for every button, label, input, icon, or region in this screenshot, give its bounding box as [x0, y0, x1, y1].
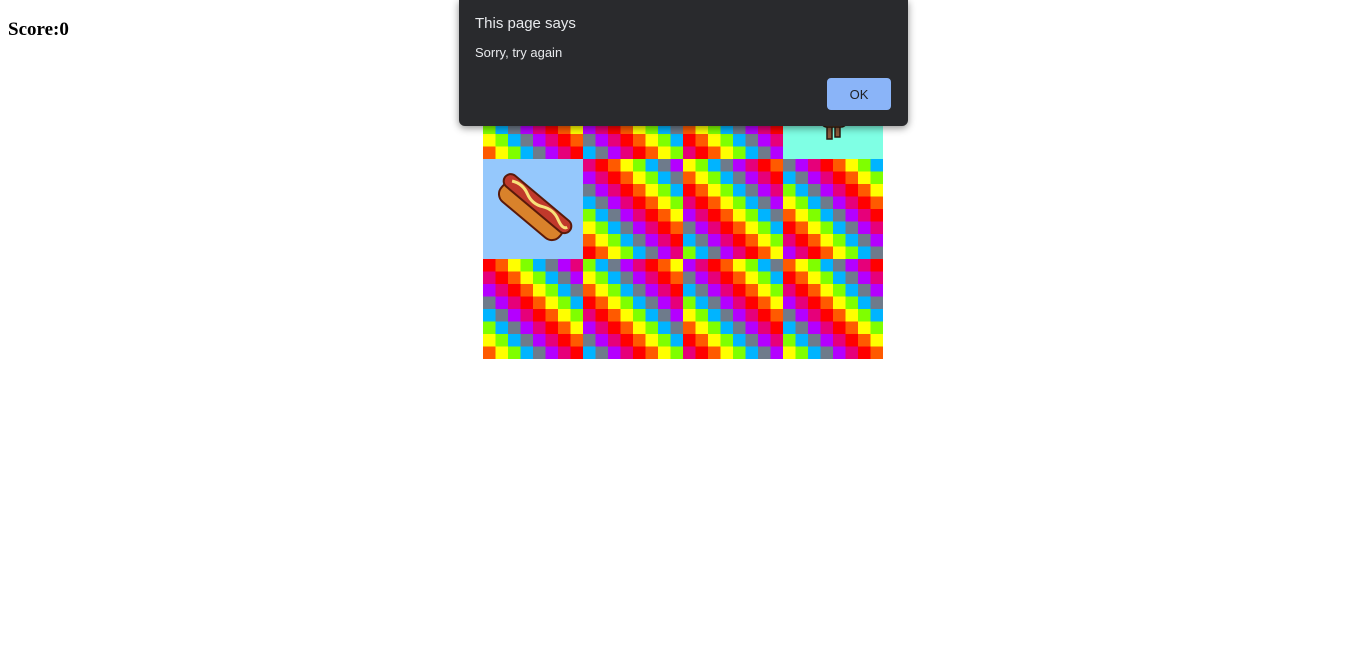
revealed-card	[483, 159, 583, 259]
pattern-card-back	[783, 159, 883, 259]
card-tile-10[interactable]	[583, 259, 683, 359]
card-tile-8[interactable]	[783, 159, 883, 259]
dialog-message: Sorry, try again	[475, 45, 563, 60]
pattern-card-back	[683, 259, 783, 359]
pattern-card-back	[583, 259, 683, 359]
card-tile-6[interactable]	[583, 159, 683, 259]
pattern-card-back	[583, 159, 683, 259]
pattern-card-back	[483, 259, 583, 359]
card-tile-11[interactable]	[683, 259, 783, 359]
card-tile-12[interactable]	[783, 259, 883, 359]
alert-dialog: This page says Sorry, try again OK	[459, 0, 908, 126]
score-label: Score:0	[8, 19, 69, 40]
card-tile-5[interactable]	[483, 159, 583, 259]
pattern-card-back	[783, 259, 883, 359]
ok-button[interactable]: OK	[827, 78, 891, 110]
pattern-card-back	[683, 159, 783, 259]
card-tile-7[interactable]	[683, 159, 783, 259]
dialog-title: This page says	[475, 15, 576, 32]
card-tile-9[interactable]	[483, 259, 583, 359]
